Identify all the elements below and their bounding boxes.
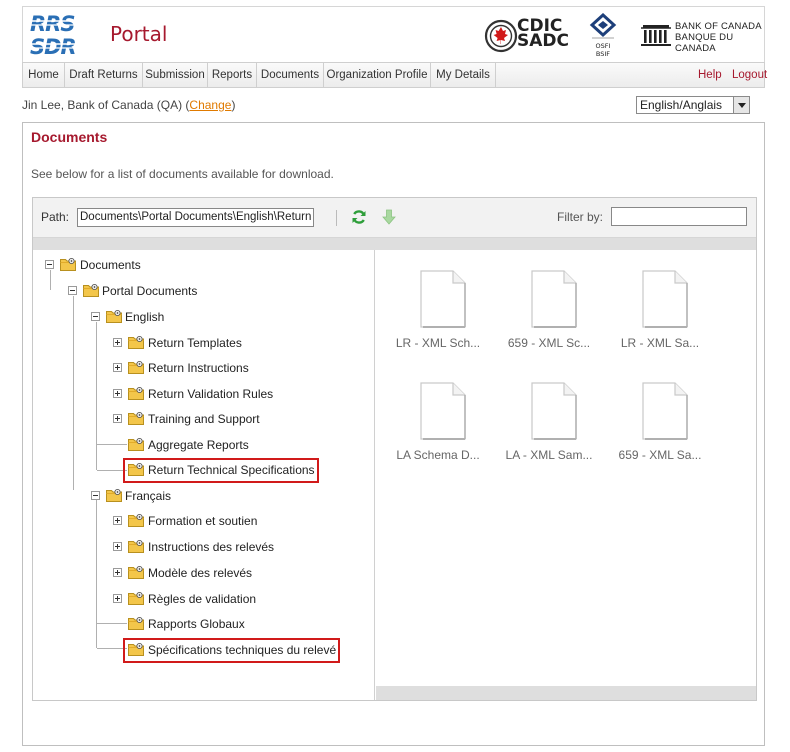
main-nav: Home Draft Returns Submission Reports Do…	[22, 62, 767, 88]
expand-icon[interactable]	[113, 389, 122, 398]
file-name: LR - XML Sch...	[395, 336, 481, 350]
tree-connector	[50, 270, 51, 290]
filter-input[interactable]	[611, 207, 747, 226]
logout-link[interactable]: Logout	[732, 63, 767, 87]
folder-icon	[128, 386, 144, 400]
document-icon	[420, 270, 466, 328]
nav-documents[interactable]: Documents	[257, 63, 324, 87]
expand-icon[interactable]	[113, 414, 122, 423]
expand-icon[interactable]	[113, 363, 122, 372]
svg-text:SDR: SDR	[30, 35, 76, 57]
file-name: LA Schema D...	[396, 448, 480, 462]
file-item[interactable]: 659 - XML Sc...	[495, 270, 599, 360]
collapse-icon[interactable]	[91, 491, 100, 500]
nav-my-details[interactable]: My Details	[431, 63, 496, 87]
user-info: Jin Lee, Bank of Canada (QA) (Change)	[22, 98, 235, 112]
nav-reports[interactable]: Reports	[208, 63, 257, 87]
document-icon	[642, 270, 688, 328]
nav-home[interactable]: Home	[23, 63, 65, 87]
user-identity-close: )	[231, 98, 236, 112]
document-icon	[420, 382, 466, 440]
toolbar-divider	[336, 210, 337, 226]
horizontal-scrollbar[interactable]	[376, 686, 756, 700]
tree-connector	[97, 444, 127, 445]
folder-icon	[128, 565, 144, 579]
folder-icon	[106, 309, 122, 323]
document-icon	[531, 382, 577, 440]
folder-icon	[128, 591, 144, 605]
language-select[interactable]: English/Anglais	[636, 96, 750, 114]
tree-connector	[73, 296, 74, 490]
header-band	[33, 238, 756, 250]
portal-title: Portal	[110, 22, 168, 46]
bank-of-canada-label: BANK OF CANADA BANQUE DU CANADA	[675, 21, 762, 54]
help-link[interactable]: Help	[698, 63, 722, 87]
document-icon	[642, 382, 688, 440]
tree-connector	[97, 623, 127, 624]
document-browser: Path: Documents\Portal Documents\English…	[32, 197, 757, 701]
folder-icon	[106, 488, 122, 502]
site-header: RRS SDR Portal CDIC SADC OSFI BSIF BANK …	[22, 6, 765, 62]
nav-submission[interactable]: Submission	[143, 63, 208, 87]
highlight-box	[123, 458, 319, 483]
download-arrow-icon[interactable]	[381, 209, 397, 225]
file-item[interactable]: 659 - XML Sa...	[606, 382, 710, 472]
osfi-logo: OSFI BSIF	[589, 13, 617, 58]
folder-icon	[128, 335, 144, 349]
cdic-label: CDIC SADC	[517, 16, 569, 51]
change-link[interactable]: Change	[189, 98, 231, 112]
expand-icon[interactable]	[113, 542, 122, 551]
user-identity: Jin Lee, Bank of Canada (QA) (	[22, 98, 190, 112]
chevron-down-icon[interactable]	[733, 97, 749, 113]
file-item[interactable]: LR - XML Sch...	[384, 270, 488, 360]
documents-panel: Documents See below for a list of docume…	[22, 122, 765, 746]
folder-icon	[128, 616, 144, 630]
folder-icon	[128, 513, 144, 527]
expand-icon[interactable]	[113, 516, 122, 525]
expand-icon[interactable]	[113, 338, 122, 347]
tree-connector	[96, 500, 97, 648]
document-icon	[531, 270, 577, 328]
path-input[interactable]: Documents\Portal Documents\English\Retur…	[77, 208, 314, 227]
folder-tree: Documents Portal Documents English Retur…	[33, 250, 375, 700]
tree-connector	[96, 322, 97, 470]
file-list: LR - XML Sch... 659 - XML Sc... LR - XML…	[376, 250, 756, 700]
language-select-value: English/Anglais	[640, 98, 723, 112]
svg-text:OSFI: OSFI	[596, 42, 611, 50]
collapse-icon[interactable]	[91, 312, 100, 321]
folder-icon	[128, 539, 144, 553]
filter-label: Filter by:	[557, 210, 604, 224]
folder-icon	[128, 437, 144, 451]
collapse-icon[interactable]	[68, 286, 77, 295]
folder-icon	[128, 360, 144, 374]
expand-icon[interactable]	[113, 594, 122, 603]
svg-text:RRS: RRS	[30, 12, 74, 36]
collapse-icon[interactable]	[45, 260, 54, 269]
highlight-box	[123, 638, 340, 663]
file-name: LR - XML Sa...	[620, 336, 700, 350]
folder-icon	[128, 411, 144, 425]
file-item[interactable]: LR - XML Sa...	[606, 270, 710, 360]
folder-icon	[83, 283, 99, 297]
file-item[interactable]: LA - XML Sam...	[495, 382, 599, 472]
folder-icon	[60, 257, 76, 271]
path-label: Path:	[41, 210, 70, 224]
file-item[interactable]: LA Schema D...	[384, 382, 488, 472]
page-description: See below for a list of documents availa…	[31, 167, 334, 181]
file-name: 659 - XML Sc...	[507, 336, 591, 350]
rrs-sdr-logo[interactable]: RRS SDR	[29, 11, 89, 57]
svg-text:BSIF: BSIF	[596, 50, 610, 58]
browser-toolbar: Path: Documents\Portal Documents\English…	[33, 198, 756, 238]
page-title: Documents	[31, 129, 108, 145]
file-name: LA - XML Sam...	[505, 448, 593, 462]
nav-draft-returns[interactable]: Draft Returns	[65, 63, 143, 87]
nav-organization-profile[interactable]: Organization Profile	[324, 63, 431, 87]
expand-icon[interactable]	[113, 568, 122, 577]
refresh-icon[interactable]	[351, 209, 367, 225]
file-name: 659 - XML Sa...	[618, 448, 702, 462]
